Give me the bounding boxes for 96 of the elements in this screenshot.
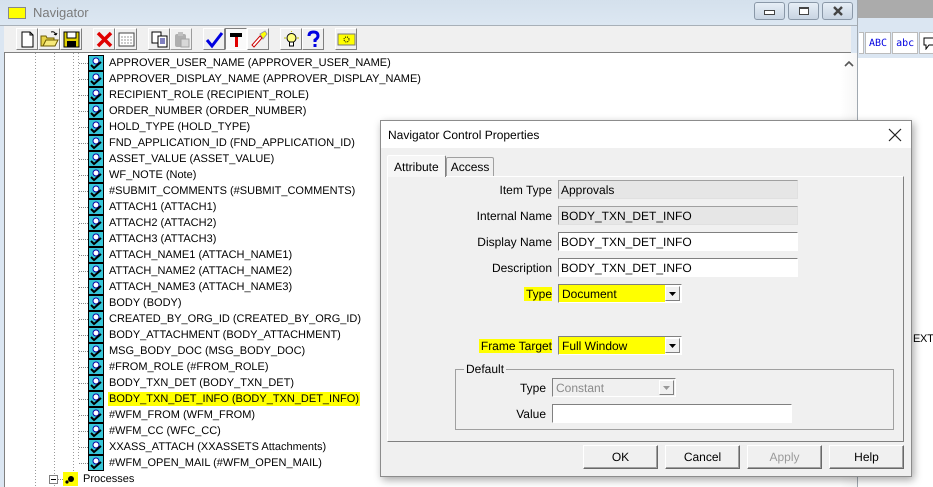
attribute-icon bbox=[88, 183, 104, 199]
attribute-icon bbox=[88, 199, 104, 215]
field-label: Item Type bbox=[498, 182, 552, 196]
delete-icon bbox=[94, 30, 114, 49]
attribute-icon bbox=[88, 439, 104, 455]
attribute-icon bbox=[88, 423, 104, 439]
dialog-button[interactable]: OK bbox=[583, 445, 658, 469]
tree-item[interactable]: Processes bbox=[82, 472, 136, 486]
collapse-icon[interactable] bbox=[49, 474, 58, 484]
tree-item[interactable]: HOLD_TYPE (HOLD_TYPE) bbox=[108, 120, 252, 134]
tree-item[interactable]: ATTACH3 (ATTACH3) bbox=[108, 232, 218, 246]
tree-item[interactable]: BODY_ATTACHMENT (BODY_ATTACHMENT) bbox=[108, 328, 342, 342]
dialog-button[interactable]: Cancel bbox=[665, 445, 740, 469]
tree-item[interactable]: ATTACH_NAME3 (ATTACH_NAME3) bbox=[108, 280, 294, 294]
tree-item[interactable]: APPROVER_USER_NAME (APPROVER_USER_NAME) bbox=[108, 56, 392, 70]
close-icon bbox=[830, 6, 844, 16]
group-title: Default bbox=[465, 362, 506, 376]
field-label: Description bbox=[490, 260, 552, 274]
attribute-icon bbox=[88, 327, 104, 343]
attribute-icon bbox=[88, 343, 104, 359]
attribute-icon bbox=[88, 231, 104, 247]
tree-item[interactable]: ATTACH1 (ATTACH1) bbox=[108, 200, 218, 214]
toolbar-button[interactable] bbox=[225, 28, 247, 50]
input-field[interactable]: BODY_TXN_DET_INFO bbox=[558, 232, 798, 251]
close-button[interactable] bbox=[822, 2, 853, 20]
tree-item[interactable]: ATTACH2 (ATTACH2) bbox=[108, 216, 218, 230]
attribute-icon bbox=[88, 279, 104, 295]
attribute-icon bbox=[88, 71, 104, 87]
attribute-icon bbox=[88, 407, 104, 423]
dropdown-arrow-icon[interactable] bbox=[669, 344, 676, 348]
tab[interactable]: Attribute bbox=[387, 155, 446, 177]
attribute-icon bbox=[88, 215, 104, 231]
tab[interactable]: Access bbox=[446, 157, 494, 176]
field-label: Internal Name bbox=[476, 208, 552, 222]
attribute-icon bbox=[88, 167, 104, 183]
tree-item[interactable]: MSG_BODY_DOC (MSG_BODY_DOC) bbox=[108, 344, 306, 358]
minimize-button[interactable] bbox=[754, 2, 785, 20]
attribute-icon bbox=[88, 311, 104, 327]
tree-item[interactable]: ATTACH_NAME2 (ATTACH_NAME2) bbox=[108, 264, 294, 278]
input-field[interactable] bbox=[552, 404, 792, 423]
floppy-icon bbox=[62, 30, 80, 49]
tree-item[interactable]: RECIPIENT_ROLE (RECIPIENT_ROLE) bbox=[108, 88, 310, 102]
dialog-title: Navigator Control Properties bbox=[388, 128, 540, 142]
dropdown[interactable]: Document bbox=[558, 284, 682, 303]
field-label: Type bbox=[524, 286, 552, 300]
tree-item[interactable]: #SUBMIT_COMMENTS (#SUBMIT_COMMENTS) bbox=[108, 184, 356, 198]
attribute-icon bbox=[88, 263, 104, 279]
attribute-icon bbox=[88, 375, 104, 391]
attribute-icon bbox=[88, 359, 104, 375]
field-label: Type bbox=[518, 380, 546, 394]
scroll-up-icon[interactable] bbox=[844, 61, 854, 67]
tree-item[interactable]: FND_APPLICATION_ID (FND_APPLICATION_ID) bbox=[108, 136, 356, 150]
tree-item[interactable]: XXASS_ATTACH (XXASSETS Attachments) bbox=[108, 440, 328, 454]
field-label: Frame Target bbox=[478, 338, 552, 352]
tree-item[interactable]: WF_NOTE (Note) bbox=[108, 168, 198, 182]
dropdown[interactable]: Full Window bbox=[558, 336, 682, 355]
window-title: Navigator bbox=[33, 5, 89, 20]
attribute-icon bbox=[88, 103, 104, 119]
window-icon bbox=[116, 30, 136, 49]
maximize-button[interactable] bbox=[788, 2, 819, 20]
field-label: Display Name bbox=[476, 234, 552, 248]
attribute-icon bbox=[88, 295, 104, 311]
attribute-icon bbox=[88, 151, 104, 167]
toolbar-button[interactable]: ABC bbox=[865, 32, 892, 54]
close-icon[interactable] bbox=[888, 128, 902, 142]
dialog-button[interactable]: Help bbox=[829, 445, 904, 469]
checkmark-icon bbox=[204, 30, 224, 49]
copy-icon bbox=[150, 30, 168, 49]
tree-item[interactable]: BODY_TXN_DET_INFO (BODY_TXN_DET_INFO) bbox=[108, 392, 360, 406]
tree-item[interactable]: ASSET_VALUE (ASSET_VALUE) bbox=[108, 152, 276, 166]
attribute-icon bbox=[88, 87, 104, 103]
tree-item[interactable]: #WFM_FROM (WFM_FROM) bbox=[108, 408, 256, 422]
attribute-icon bbox=[88, 135, 104, 151]
folder-icon bbox=[40, 30, 58, 49]
maximize-icon bbox=[798, 6, 808, 15]
highlighter-icon bbox=[248, 30, 268, 49]
tree-item[interactable]: #WFM_OPEN_MAIL (#WFM_OPEN_MAIL) bbox=[108, 456, 323, 470]
field-label: Value bbox=[515, 406, 546, 420]
minimize-icon bbox=[764, 10, 775, 16]
tree-item[interactable]: BODY (BODY) bbox=[108, 296, 183, 310]
tree-item[interactable]: ORDER_NUMBER (ORDER_NUMBER) bbox=[108, 104, 308, 118]
node-label: EXT bbox=[913, 333, 933, 345]
tree-item[interactable]: ATTACH_NAME1 (ATTACH_NAME1) bbox=[108, 248, 294, 262]
input-field[interactable]: BODY_TXN_DET_INFO bbox=[558, 258, 798, 277]
attribute-icon bbox=[88, 391, 104, 407]
tree-item[interactable]: #FROM_ROLE (#FROM_ROLE) bbox=[108, 360, 270, 374]
tree-item[interactable]: BODY_TXN_DET (BODY_TXN_DET) bbox=[108, 376, 296, 390]
attribute-icon bbox=[88, 247, 104, 263]
attribute-icon bbox=[88, 455, 104, 471]
lightbulb-icon bbox=[282, 30, 300, 49]
dropdown-arrow-icon[interactable] bbox=[669, 292, 676, 296]
toolbar-button[interactable]: abc bbox=[892, 32, 918, 54]
tree-item[interactable]: CREATED_BY_ORG_ID (CREATED_BY_ORG_ID) bbox=[108, 312, 362, 326]
tree-item[interactable]: APPROVER_DISPLAY_NAME (APPROVER_DISPLAY_NAME) bbox=[108, 72, 422, 86]
tree-item[interactable]: #WFM_CC (WFC_CC) bbox=[108, 424, 222, 438]
attribute-icon bbox=[88, 119, 104, 135]
